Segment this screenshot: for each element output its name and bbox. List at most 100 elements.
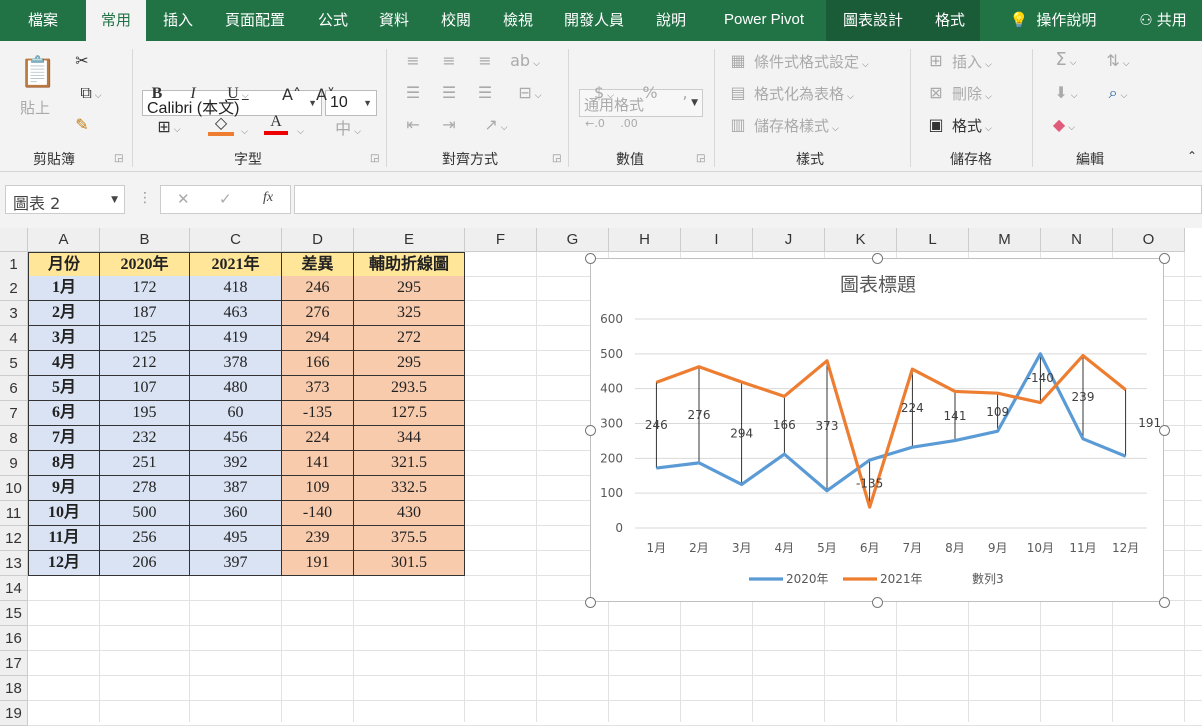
cell-styles-button[interactable]: 儲存格樣式 ⌵ (754, 115, 839, 136)
align-middle-icon[interactable]: ≡ (438, 51, 460, 70)
table-cell[interactable]: 360 (190, 501, 282, 526)
column-header[interactable]: H (609, 228, 681, 252)
row-header[interactable]: 14 (0, 576, 28, 601)
column-header[interactable]: J (753, 228, 825, 252)
table-cell[interactable]: 378 (190, 351, 282, 376)
table-cell[interactable]: 373 (282, 376, 354, 401)
table-cell[interactable]: 321.5 (354, 451, 465, 476)
phonetic-icon[interactable]: 中 ⌵ (326, 115, 370, 139)
chart-resize-handle[interactable] (1159, 425, 1170, 436)
table-cell[interactable]: 2021年 (190, 252, 282, 277)
insert-cells-button[interactable]: 插入 ⌵ (952, 51, 992, 72)
format-cells-icon[interactable]: ▣ (926, 115, 946, 134)
row-header[interactable]: 12 (0, 526, 28, 551)
table-cell[interactable]: 2月 (28, 301, 100, 326)
paste-icon[interactable]: 📋 (16, 55, 60, 95)
table-cell[interactable]: 差異 (282, 252, 354, 277)
merge-center-icon[interactable]: ⊟ ⌵ (508, 83, 552, 102)
column-header[interactable]: K (825, 228, 897, 252)
table-cell[interactable]: 418 (190, 276, 282, 301)
format-table-icon[interactable]: ▤ (728, 83, 748, 102)
format-cells-button[interactable]: 格式 ⌵ (952, 115, 992, 136)
conditional-format-icon[interactable]: ▦ (728, 51, 748, 70)
font-color-icon[interactable]: A (264, 113, 288, 135)
cancel-icon[interactable]: ✕ (177, 190, 190, 208)
table-cell[interactable]: 5月 (28, 376, 100, 401)
row-header[interactable]: 5 (0, 351, 28, 376)
share-button[interactable]: ⚇ 共用 (1128, 0, 1198, 41)
table-cell[interactable]: 375.5 (354, 526, 465, 551)
table-cell[interactable]: 387 (190, 476, 282, 501)
text-direction-icon[interactable]: ab ⌵ (508, 51, 542, 70)
chart-resize-handle[interactable] (585, 597, 596, 608)
column-header[interactable]: I (681, 228, 753, 252)
chart-resize-handle[interactable] (872, 253, 883, 264)
increase-font-icon[interactable]: A˄ (282, 85, 301, 104)
row-header[interactable]: 15 (0, 601, 28, 626)
align-bottom-icon[interactable]: ≡ (474, 51, 496, 70)
row-header[interactable]: 8 (0, 426, 28, 451)
table-cell[interactable]: 107 (100, 376, 190, 401)
row-header[interactable]: 19 (0, 701, 28, 726)
tab-insert[interactable]: 插入 (152, 0, 204, 41)
tab-home[interactable]: 常用 (86, 0, 146, 41)
fill-icon[interactable]: ⬇ ⌵ (1044, 83, 1088, 102)
paste-label[interactable]: 貼上 (20, 97, 50, 118)
table-cell[interactable]: 272 (354, 326, 465, 351)
decrease-font-icon[interactable]: A˅ (316, 85, 335, 104)
percent-icon[interactable]: % (640, 83, 660, 102)
table-cell[interactable]: 278 (100, 476, 190, 501)
table-cell[interactable]: 295 (354, 351, 465, 376)
increase-indent-icon[interactable]: ⇥ (438, 115, 460, 134)
table-cell[interactable]: 480 (190, 376, 282, 401)
table-cell[interactable]: 246 (282, 276, 354, 301)
row-header[interactable]: 11 (0, 501, 28, 526)
table-cell[interactable]: 463 (190, 301, 282, 326)
row-header[interactable]: 10 (0, 476, 28, 501)
tab-developer[interactable]: 開發人員 (551, 0, 637, 41)
tab-power-pivot[interactable]: Power Pivot (705, 0, 823, 41)
table-cell[interactable]: 239 (282, 526, 354, 551)
table-cell[interactable]: 4月 (28, 351, 100, 376)
autosum-icon[interactable]: Σ ⌵ (1044, 49, 1088, 70)
chart-resize-handle[interactable] (872, 597, 883, 608)
table-cell[interactable]: 187 (100, 301, 190, 326)
row-header[interactable]: 18 (0, 676, 28, 701)
dialog-launcher-icon[interactable]: ◲ (696, 153, 705, 164)
sort-filter-icon[interactable]: ⇅ ⌵ (1098, 51, 1138, 70)
chevron-down-icon[interactable]: ⌵ (294, 119, 304, 138)
table-cell[interactable]: 8月 (28, 451, 100, 476)
tab-chart-design[interactable]: 圖表設計 (826, 0, 920, 41)
currency-icon[interactable]: $ ⌵ (584, 83, 624, 102)
table-cell[interactable]: 10月 (28, 501, 100, 526)
tab-format[interactable]: 格式 (920, 0, 980, 41)
decrease-decimal-icon[interactable]: .00 (618, 117, 640, 130)
table-cell[interactable]: 332.5 (354, 476, 465, 501)
row-header[interactable]: 7 (0, 401, 28, 426)
align-left-icon[interactable]: ☰ (402, 83, 424, 102)
row-header[interactable]: 6 (0, 376, 28, 401)
table-cell[interactable]: 172 (100, 276, 190, 301)
table-cell[interactable]: 輔助折線圖 (354, 252, 465, 277)
row-header[interactable]: 16 (0, 626, 28, 651)
column-header[interactable]: E (354, 228, 465, 252)
table-cell[interactable]: 1月 (28, 276, 100, 301)
table-cell[interactable]: 325 (354, 301, 465, 326)
table-cell[interactable]: 419 (190, 326, 282, 351)
table-cell[interactable]: -135 (282, 401, 354, 426)
table-cell[interactable]: 206 (100, 551, 190, 576)
formula-input[interactable] (294, 185, 1202, 214)
align-center-icon[interactable]: ☰ (438, 83, 460, 102)
clear-icon[interactable]: ◆ ⌵ (1044, 115, 1084, 134)
format-painter-icon[interactable]: ✎ (72, 115, 92, 134)
table-cell[interactable]: -140 (282, 501, 354, 526)
table-cell[interactable]: 127.5 (354, 401, 465, 426)
comma-icon[interactable]: , (678, 83, 692, 102)
table-cell[interactable]: 12月 (28, 551, 100, 576)
column-header[interactable]: M (969, 228, 1041, 252)
column-header[interactable]: C (190, 228, 282, 252)
table-cell[interactable]: 109 (282, 476, 354, 501)
tab-file[interactable]: 檔案 (14, 0, 72, 41)
table-cell[interactable]: 430 (354, 501, 465, 526)
table-cell[interactable]: 3月 (28, 326, 100, 351)
